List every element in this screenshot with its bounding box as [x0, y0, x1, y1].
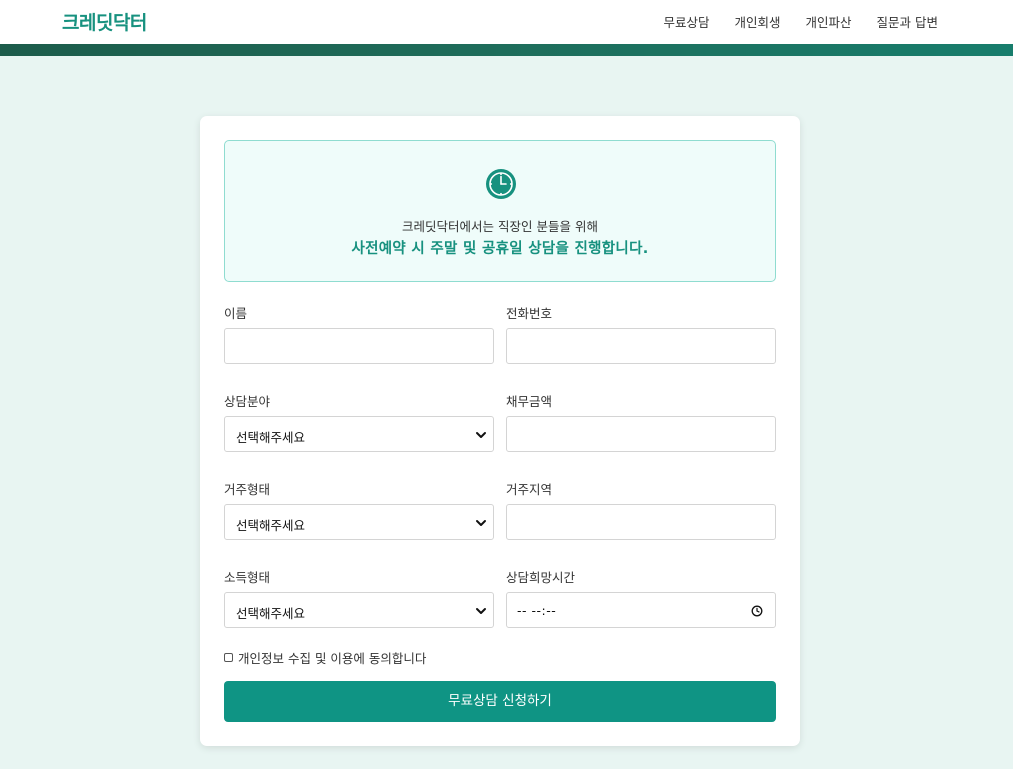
site-header: 크레딧닥터 무료상담 개인회생 개인파산 질문과 답변 — [0, 0, 1013, 44]
submit-button[interactable]: 무료상담 신청하기 — [224, 681, 776, 722]
notice-text: 크레딧닥터에서는 직장인 분들을 위해 — [402, 219, 598, 234]
debt-input[interactable] — [506, 416, 776, 452]
chevron-down-icon — [476, 520, 486, 526]
name-field: 이름 — [224, 306, 494, 364]
name-input[interactable] — [224, 328, 494, 364]
region-label: 거주지역 — [506, 482, 553, 497]
income-field: 소득형태 선택해주세요 — [224, 570, 494, 628]
name-label: 이름 — [224, 306, 248, 321]
chevron-down-icon — [476, 608, 486, 614]
phone-field: 전화번호 — [506, 306, 776, 364]
privacy-consent: 개인정보 수집 및 이용에 동의합니다 — [224, 648, 426, 667]
housing-label: 거주형태 — [224, 482, 271, 497]
clock-icon — [485, 168, 517, 200]
time-field: 상담희망시간 -- --:-- — [506, 570, 776, 628]
time-label: 상담희망시간 — [506, 570, 576, 585]
income-label: 소득형태 — [224, 570, 271, 585]
weekend-notice: 크레딧닥터에서는 직장인 분들을 위해 사전예약 시 주말 및 공휴일 상담을 … — [224, 140, 776, 282]
select-value: 선택해주세요 — [236, 518, 306, 533]
header-band — [0, 44, 1013, 56]
site-logo[interactable]: 크레딧닥터 — [62, 8, 147, 35]
clock-icon[interactable] — [751, 605, 763, 617]
main-nav: 무료상담 개인회생 개인파산 질문과 답변 — [638, 12, 938, 31]
phone-label: 전화번호 — [506, 306, 553, 321]
time-value: -- --:-- — [517, 603, 557, 618]
time-input[interactable]: -- --:-- — [506, 592, 776, 628]
notice-highlight: 사전예약 시 주말 및 공휴일 상담을 진행합니다. — [351, 241, 649, 257]
housing-select[interactable]: 선택해주세요 — [224, 504, 494, 540]
nav-item-qna[interactable]: 질문과 답변 — [877, 12, 938, 31]
region-input[interactable] — [506, 504, 776, 540]
privacy-checkbox[interactable] — [224, 653, 233, 662]
region-field: 거주지역 — [506, 482, 776, 540]
nav-item-bankruptcy[interactable]: 개인파산 — [806, 12, 852, 31]
income-select[interactable]: 선택해주세요 — [224, 592, 494, 628]
privacy-consent-label: 개인정보 수집 및 이용에 동의합니다 — [238, 651, 427, 666]
select-value: 선택해주세요 — [236, 606, 306, 621]
debt-label: 채무금액 — [506, 394, 553, 409]
phone-input[interactable] — [506, 328, 776, 364]
nav-item-free-consult[interactable]: 무료상담 — [663, 12, 709, 31]
debt-field: 채무금액 — [506, 394, 776, 452]
consult-field-label: 상담분야 — [224, 394, 271, 409]
chevron-down-icon — [476, 432, 486, 438]
nav-item-rehabilitation[interactable]: 개인회생 — [734, 12, 780, 31]
consult-field-field: 상담분야 선택해주세요 — [224, 394, 494, 452]
housing-field: 거주형태 선택해주세요 — [224, 482, 494, 540]
consult-field-select[interactable]: 선택해주세요 — [224, 416, 494, 452]
select-value: 선택해주세요 — [236, 430, 306, 445]
consultation-form-card: 크레딧닥터에서는 직장인 분들을 위해 사전예약 시 주말 및 공휴일 상담을 … — [200, 116, 800, 746]
